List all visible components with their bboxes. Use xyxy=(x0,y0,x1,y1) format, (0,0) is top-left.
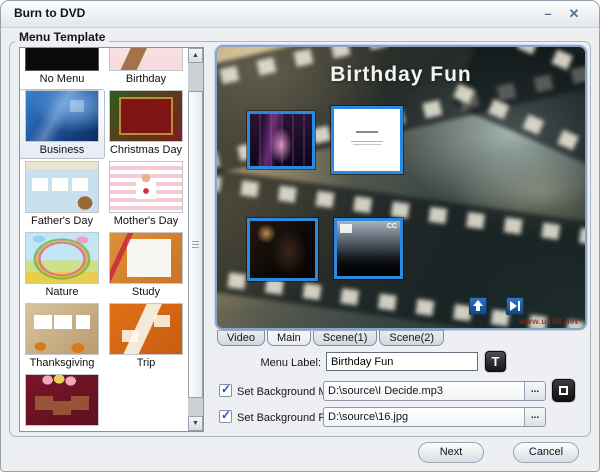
menu-next-page-button[interactable] xyxy=(506,297,524,315)
template-thumbnail xyxy=(109,232,183,284)
background-picture-checkbox[interactable]: ✓ xyxy=(219,408,232,423)
template-item-business[interactable]: Business xyxy=(20,89,105,159)
template-scrollbar[interactable]: ▲ ▼ xyxy=(188,48,203,431)
group-title: Menu Template xyxy=(15,30,110,44)
scene-thumbnail-night-sky[interactable]: CC xyxy=(334,218,403,279)
template-item-trip[interactable]: Trip xyxy=(104,303,188,371)
menu-label-caption: Menu Label: xyxy=(260,357,321,369)
template-thumbnail xyxy=(25,48,99,71)
scene-thumbnail-concert[interactable] xyxy=(247,111,315,169)
background-picture-path: D:\source\16.jpg xyxy=(328,411,409,423)
background-music-path: D:\source\I Decide.mp3 xyxy=(328,385,443,397)
up-arrow-icon xyxy=(470,298,486,314)
checkmark-icon: ✓ xyxy=(221,408,232,422)
template-label: Father's Day xyxy=(30,215,93,227)
template-item-partial[interactable] xyxy=(20,374,104,431)
template-thumbnail xyxy=(109,48,183,71)
template-thumbnail xyxy=(109,90,183,142)
template-label: Thanksgiving Day xyxy=(29,357,95,369)
stop-icon xyxy=(559,386,568,395)
background-picture-field[interactable]: D:\source\16.jpg ... xyxy=(323,407,546,427)
template-label: Nature xyxy=(45,286,79,298)
template-item-christmas-day[interactable]: Christmas Day xyxy=(104,90,188,158)
template-label: Trip xyxy=(136,357,156,369)
background-music-checkbox[interactable]: ✓ xyxy=(219,382,232,397)
template-thumbnail xyxy=(25,374,99,426)
cancel-button[interactable]: Cancel xyxy=(513,442,579,463)
scrollbar-thumb[interactable] xyxy=(188,91,203,398)
browse-music-button[interactable]: ... xyxy=(524,382,545,400)
scroll-down-button[interactable]: ▼ xyxy=(188,416,203,431)
scene-thumbnail-slide[interactable] xyxy=(331,106,403,174)
template-item-study[interactable]: Study xyxy=(104,232,188,300)
template-label: Birthday xyxy=(125,73,167,85)
template-grid: No Menu Birthday Business Christmas Day … xyxy=(20,48,188,431)
template-thumbnail xyxy=(25,161,99,213)
menu-label-input[interactable] xyxy=(326,352,478,371)
template-item-fathers-day[interactable]: Father's Day xyxy=(20,161,104,229)
template-label xyxy=(20,426,104,431)
template-item-birthday[interactable]: Birthday xyxy=(104,48,188,87)
menu-preview: Birthday Fun CC www.u148.net xyxy=(215,45,587,330)
template-item-thanksgiving-day[interactable]: Thanksgiving Day xyxy=(20,303,104,371)
minimize-button[interactable]: – xyxy=(539,5,557,23)
tab-main[interactable]: Main xyxy=(266,330,311,346)
template-thumbnail xyxy=(109,161,183,213)
checkmark-icon: ✓ xyxy=(221,382,232,396)
template-label: No Menu xyxy=(39,73,85,85)
template-label: Christmas Day xyxy=(109,144,183,156)
tab-scene2[interactable]: Scene(2) xyxy=(379,330,445,346)
title-bar[interactable]: Burn to DVD – ✕ xyxy=(1,1,599,28)
template-item-nature[interactable]: Nature xyxy=(20,232,104,300)
next-button[interactable]: Next xyxy=(418,442,484,463)
close-button[interactable]: ✕ xyxy=(565,5,583,23)
stop-music-button[interactable] xyxy=(552,379,575,402)
template-list: No Menu Birthday Business Christmas Day … xyxy=(19,47,204,432)
template-thumbnail xyxy=(25,90,99,142)
menu-up-button[interactable] xyxy=(469,297,487,315)
scroll-up-button[interactable]: ▲ xyxy=(188,48,203,63)
template-item-no-menu[interactable]: No Menu xyxy=(20,48,104,87)
tab-video[interactable]: Video xyxy=(217,330,265,346)
template-thumbnail xyxy=(109,303,183,355)
dvd-menu-title: Birthday Fun xyxy=(330,63,472,86)
font-settings-button[interactable]: T xyxy=(485,351,506,372)
background-music-field[interactable]: D:\source\I Decide.mp3 ... xyxy=(323,381,546,401)
next-page-icon xyxy=(507,298,523,314)
watermark-text: www.u148.net xyxy=(518,317,578,326)
browse-picture-button[interactable]: ... xyxy=(524,408,545,426)
template-label: Mother's Day xyxy=(113,215,179,227)
tab-scene1[interactable]: Scene(1) xyxy=(312,330,378,346)
template-label: Business xyxy=(39,144,85,156)
template-thumbnail xyxy=(25,303,99,355)
template-item-mothers-day[interactable]: Mother's Day xyxy=(104,161,188,229)
preview-tabs: Video Main Scene(1) Scene(2) xyxy=(217,330,445,346)
template-thumbnail xyxy=(25,232,99,284)
template-label: Study xyxy=(131,286,161,298)
cc-badge: CC xyxy=(386,223,397,230)
scene-thumbnail-dark-room[interactable] xyxy=(247,218,318,281)
window-title: Burn to DVD xyxy=(14,6,86,20)
burn-to-dvd-dialog: Burn to DVD – ✕ Menu Template No Menu Bi… xyxy=(0,0,600,472)
